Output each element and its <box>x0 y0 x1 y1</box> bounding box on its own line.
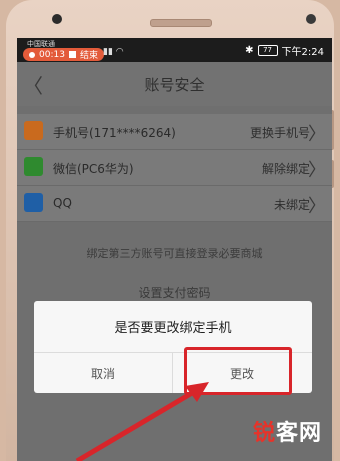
nav-bar: 〈 账号安全 <box>17 62 332 106</box>
chevron-right-icon: 〉 <box>308 160 326 181</box>
recording-time: 00:13 <box>39 49 65 60</box>
wechat-icon <box>24 157 43 176</box>
front-camera-icon <box>52 14 62 24</box>
earpiece-speaker <box>150 19 212 27</box>
clock: 下午2:24 <box>281 47 324 58</box>
battery-icon: 77 <box>257 45 278 56</box>
highlight-box <box>184 347 292 395</box>
sensor-icon <box>306 14 316 24</box>
record-dot-icon <box>29 51 35 58</box>
site-watermark: 锐客网 <box>252 421 322 446</box>
list-item-wechat[interactable]: 微信(PC6华为) 解除绑定 〉 <box>17 150 332 186</box>
status-right: ✱ 77 下午2:24 <box>245 43 324 58</box>
unbind-wechat-link[interactable]: 解除绑定 <box>262 160 310 177</box>
change-phone-link[interactable]: 更换手机号 <box>250 124 310 141</box>
set-pay-password-link[interactable]: 设置支付密码 <box>17 284 332 301</box>
stop-recording-label: 结束 <box>79 51 98 61</box>
qq-icon <box>24 193 43 212</box>
phone-screen: 中国联通 00:13 结束 ▮▮ ◠ ✱ 77 下午2:24 〈 账号安全 手机… <box>17 38 332 461</box>
status-bar: 中国联通 00:13 结束 ▮▮ ◠ ✱ 77 下午2:24 <box>17 38 332 62</box>
cancel-button[interactable]: 取消 <box>34 353 172 393</box>
dialog-title: 是否要更改绑定手机 <box>114 321 232 336</box>
phone-icon <box>24 121 43 140</box>
screen-recording-pill[interactable]: 00:13 结束 <box>23 48 104 61</box>
wechat-label: 微信(PC6华为) <box>53 162 134 176</box>
bluetooth-icon: ✱ <box>245 45 254 56</box>
qq-status[interactable]: 未绑定 <box>274 196 310 213</box>
arrow-shaft <box>75 387 199 461</box>
chevron-right-icon: 〉 <box>308 124 326 145</box>
list-item-qq[interactable]: QQ 未绑定 〉 <box>17 186 332 222</box>
account-binding-list: 手机号(171****6264) 更换手机号 〉 微信(PC6华为) 解除绑定 … <box>17 114 332 222</box>
list-item-phone[interactable]: 手机号(171****6264) 更换手机号 〉 <box>17 114 332 150</box>
binding-hint: 绑定第三方账号可直接登录必要商城 <box>86 247 263 260</box>
chevron-right-icon: 〉 <box>308 196 326 217</box>
page-title: 账号安全 <box>144 76 205 94</box>
signal-wifi-icon: ▮▮ ◠ <box>103 47 124 57</box>
phone-label: 手机号(171****6264) <box>53 126 176 140</box>
stop-icon <box>68 51 76 58</box>
qq-label: QQ <box>53 196 72 210</box>
